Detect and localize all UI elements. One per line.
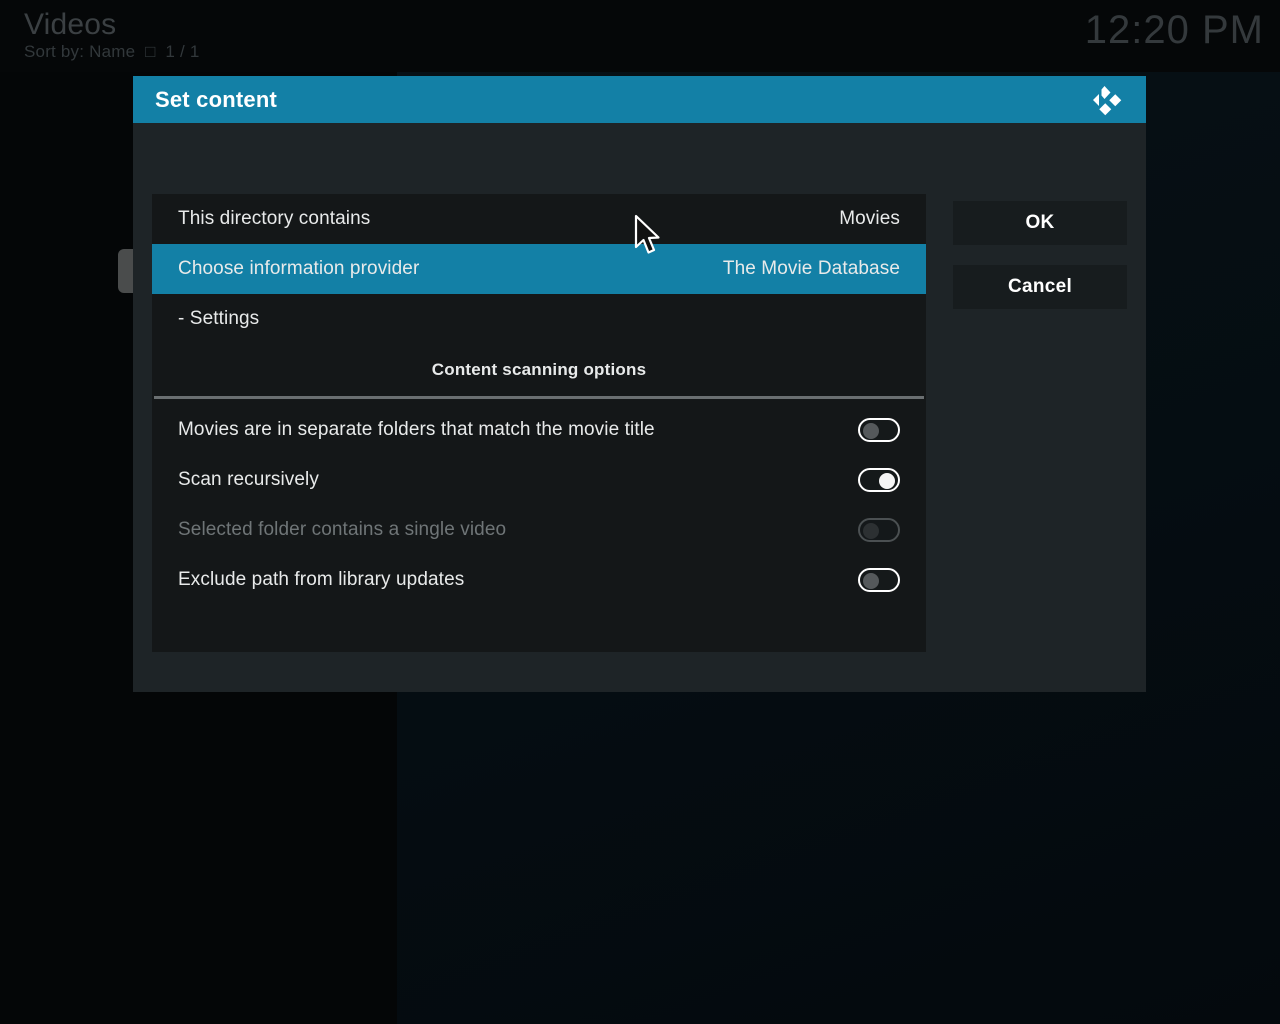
mouse-cursor: [634, 214, 660, 254]
option-separate-folders[interactable]: Movies are in separate folders that matc…: [152, 405, 926, 455]
row-label: This directory contains: [178, 208, 371, 229]
row-information-provider[interactable]: Choose information provider The Movie Da…: [152, 244, 926, 294]
dialog-title: Set content: [155, 86, 277, 112]
settings-panel: This directory contains Movies Choose in…: [152, 194, 926, 652]
option-single-video: Selected folder contains a single video: [152, 505, 926, 555]
set-content-dialog: Set content This directory contains Movi…: [133, 76, 1146, 692]
option-label: Exclude path from library updates: [178, 569, 465, 590]
kodi-logo-icon: [1093, 85, 1122, 115]
sort-info: Sort by: Name □ 1 / 1: [24, 42, 200, 61]
row-label: Choose information provider: [178, 258, 420, 279]
row-settings[interactable]: - Settings: [152, 294, 926, 344]
toggle-scan-recursively[interactable]: [858, 468, 900, 492]
section-title-content-scanning: Content scanning options: [431, 360, 647, 379]
row-directory-contains[interactable]: This directory contains Movies: [152, 194, 926, 244]
toggle-exclude-path[interactable]: [858, 568, 900, 592]
clock: 12:20 PM: [1084, 8, 1264, 52]
toggle-separate-folders[interactable]: [858, 418, 900, 442]
cancel-button[interactable]: Cancel: [953, 265, 1127, 309]
option-label: Selected folder contains a single video: [178, 519, 507, 540]
row-label: - Settings: [178, 308, 260, 329]
window-title: Videos: [24, 8, 117, 41]
option-exclude-path[interactable]: Exclude path from library updates: [152, 555, 926, 605]
ok-button[interactable]: OK: [953, 201, 1127, 245]
option-label: Scan recursively: [178, 469, 319, 490]
toggle-single-video: [858, 518, 900, 542]
row-value: Movies: [839, 208, 900, 229]
dialog-header: Set content: [133, 76, 1146, 123]
kodi-screen: Videos Sort by: Name □ 1 / 1 12:20 PM Se…: [0, 0, 1280, 1024]
option-scan-recursively[interactable]: Scan recursively: [152, 455, 926, 505]
option-label: Movies are in separate folders that matc…: [178, 419, 655, 440]
dialog-body: This directory contains Movies Choose in…: [133, 123, 1146, 692]
row-value: The Movie Database: [722, 258, 900, 279]
